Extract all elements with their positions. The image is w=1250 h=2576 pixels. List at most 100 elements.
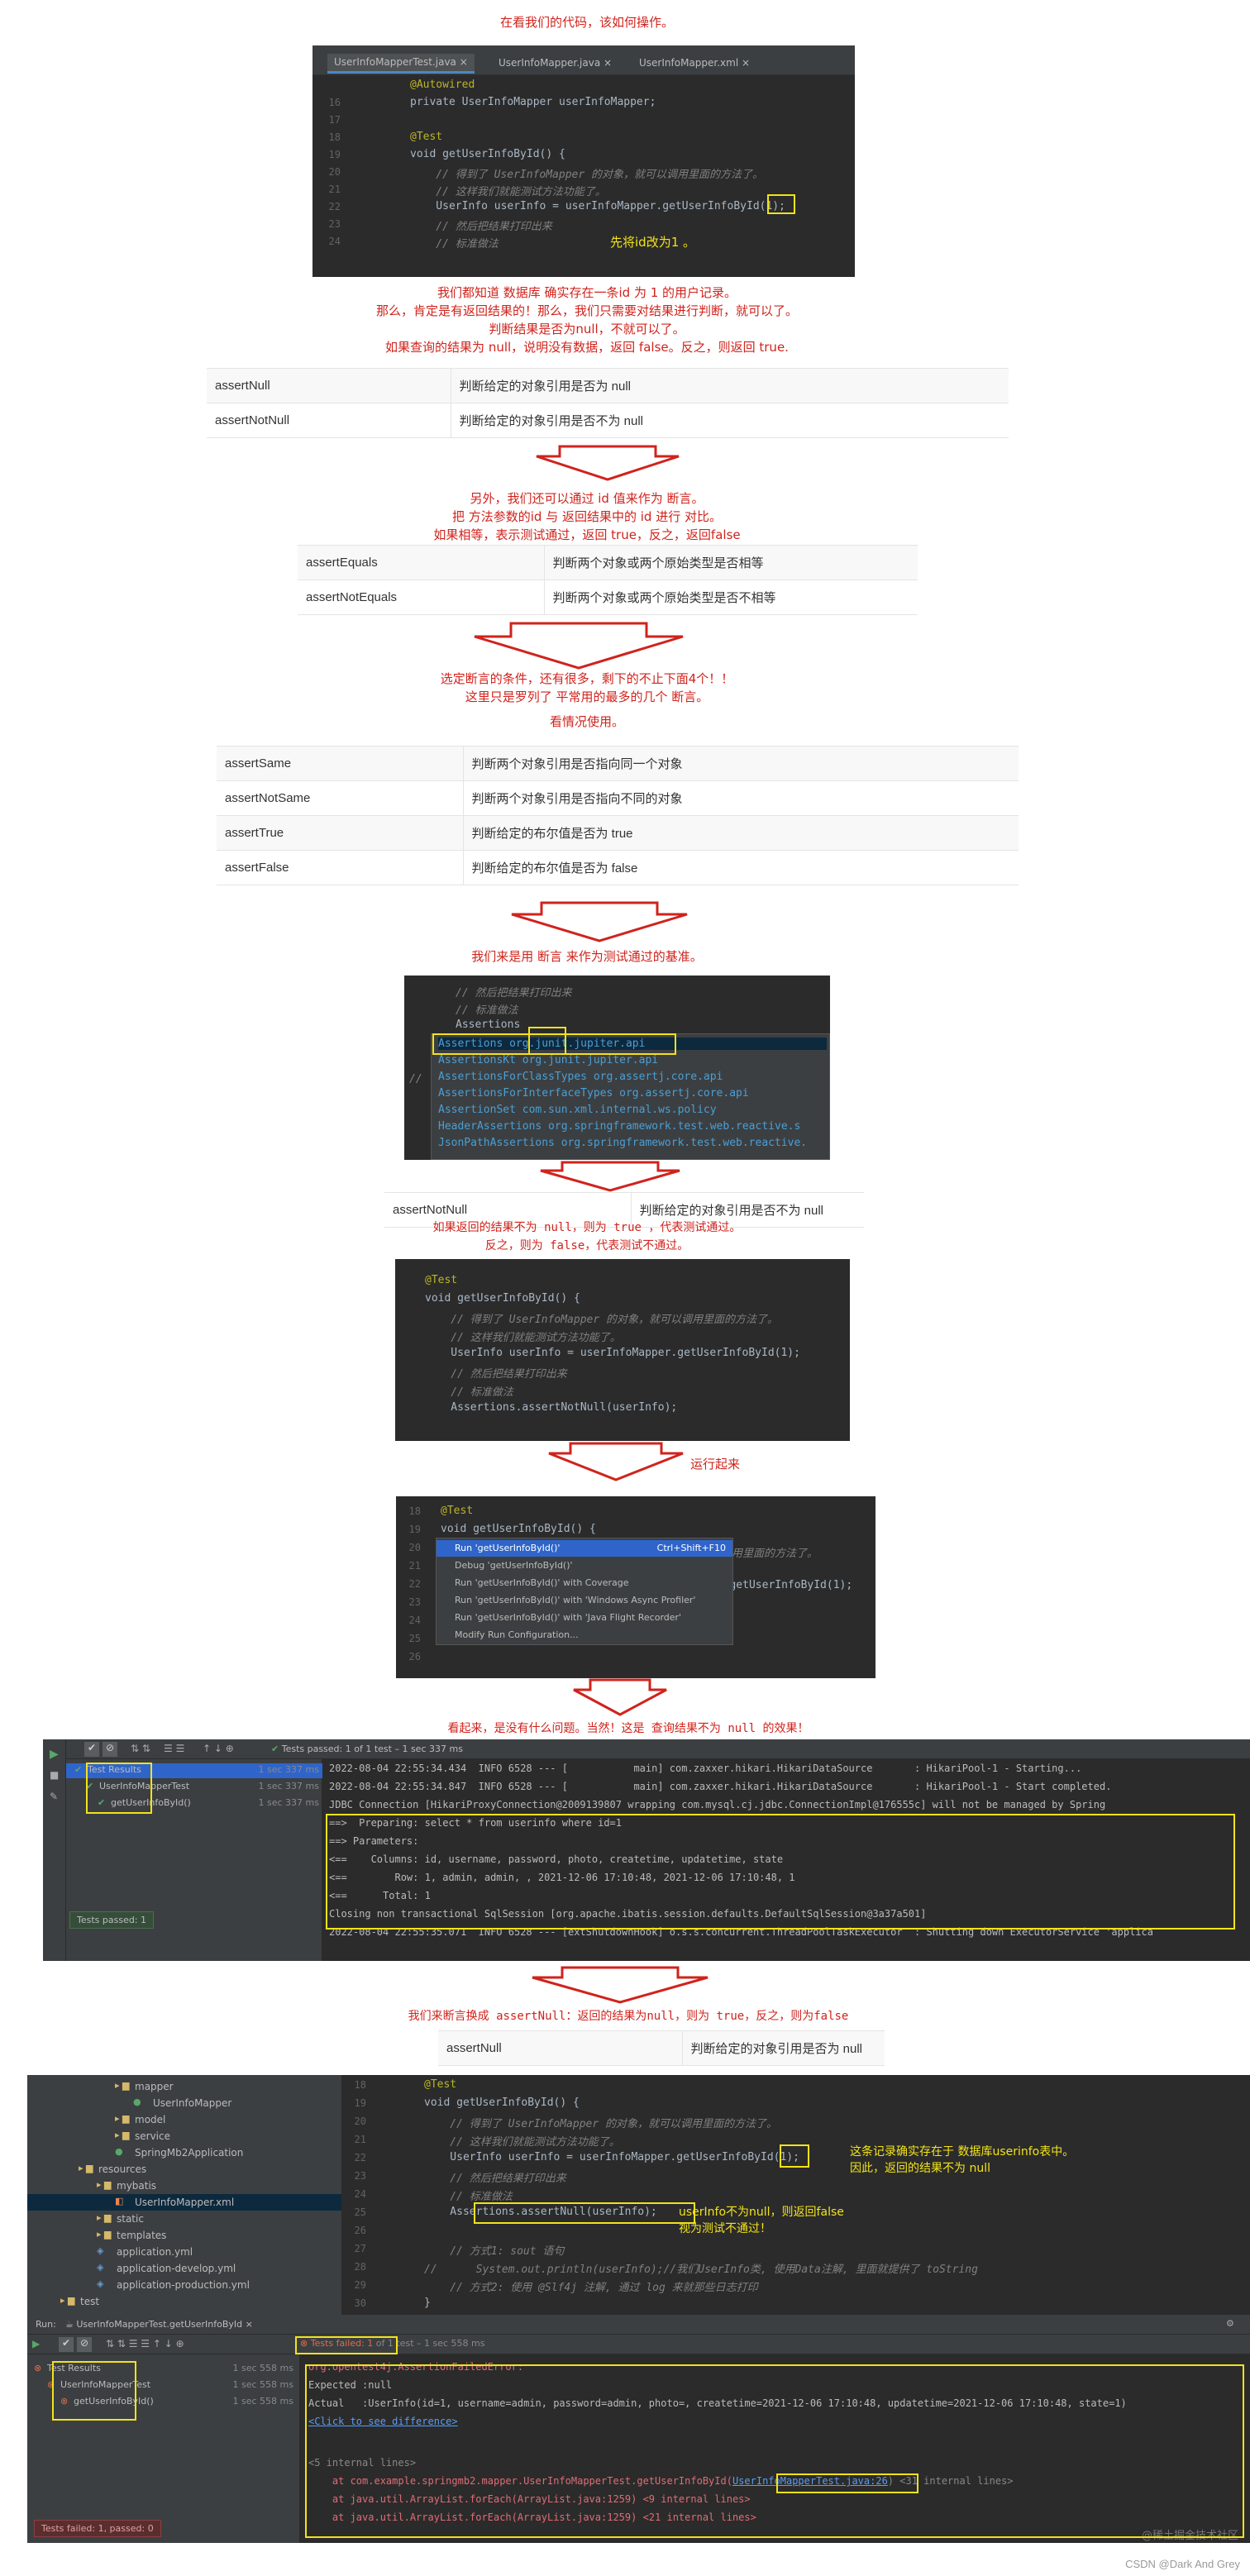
highlight-error xyxy=(305,2364,1244,2538)
tab-usermapper[interactable]: UserInfoMapper.java × xyxy=(499,57,612,69)
project-tree-item[interactable]: ● SpringMb2Application xyxy=(27,2144,341,2161)
line-number: 21 xyxy=(328,184,341,195)
autocomplete-item[interactable]: HeaderAssertions org.springframework.tes… xyxy=(438,1120,827,1133)
menu-item[interactable]: Run 'getUserInfoById()' with 'Java Fligh… xyxy=(437,1610,732,1626)
code-line: // System.out.println(userInfo);//我们User… xyxy=(424,2264,978,2276)
ide-screenshot-2: // 然后把结果打印出来 // 标准做法 Assertions // Asser… xyxy=(404,976,830,1160)
wrench-icon[interactable]: ✎ xyxy=(50,1791,58,1802)
ignore-toggle-icon[interactable]: ⊘ xyxy=(103,1742,117,1757)
autocomplete-item[interactable]: AssertionSet com.sun.xml.internal.ws.pol… xyxy=(438,1104,827,1116)
line-number: 23 xyxy=(328,218,341,230)
code-line: // 得到了 UserInfoMapper 的对象，就可以调用里面的方法了。 xyxy=(425,1314,779,1326)
code-line: @Autowired xyxy=(410,79,475,91)
run-header: Run: ☕ UserInfoMapperTest.getUserInfoByI… xyxy=(27,2315,1250,2335)
code-line: // 标准做法 xyxy=(424,2191,513,2203)
tab-usermapper-xml[interactable]: UserInfoMapper.xml × xyxy=(639,57,750,69)
code-line: void getUserInfoById() { xyxy=(410,148,565,160)
project-tree-item[interactable]: ● UserInfoMapper xyxy=(27,2095,341,2111)
editor-tabs: UserInfoMapperTest.java × UserInfoMapper… xyxy=(312,45,855,75)
code-line: Assertions.assertNotNull(userInfo); xyxy=(425,1401,678,1414)
expand-icon[interactable]: ☰ ☰ xyxy=(164,1743,184,1754)
ignore-toggle-icon-2[interactable]: ⊘ xyxy=(77,2337,92,2352)
project-tree-item[interactable]: ◈ application.yml xyxy=(27,2244,341,2260)
line-number: 21 xyxy=(354,2134,366,2145)
highlight-tree xyxy=(86,1763,152,1814)
code-line: UserInfo userInfo = userInfoMapper.getUs… xyxy=(410,200,785,212)
highlight-arg-1 xyxy=(780,2144,809,2168)
tree-node-time: 1 sec 558 ms xyxy=(232,2396,293,2407)
rerun-icon-2[interactable]: ▶ xyxy=(32,2338,40,2349)
menu-item-label: Run 'getUserInfoById()' with 'Windows As… xyxy=(455,1595,696,1605)
line-number: 29 xyxy=(354,2279,366,2291)
toolbar-icons-2[interactable]: ⇅ ⇅ ☰ ☰ ↑ ↓ ⊕ xyxy=(106,2338,184,2349)
code-line: UserInfo userInfo = userInfoMapper.getUs… xyxy=(424,2151,799,2163)
code-line: void getUserInfoById() { xyxy=(425,1292,580,1305)
project-tree-label: application-production.yml xyxy=(117,2279,250,2291)
project-tree-label: UserInfoMapper.xml xyxy=(135,2197,235,2208)
menu-item-label: Run 'getUserInfoById()' with Coverage xyxy=(455,1577,629,1588)
code-line: void getUserInfoById() { xyxy=(424,2097,580,2109)
arrow-down-3 xyxy=(511,901,688,942)
code-line: void getUserInfoById() { xyxy=(441,1523,596,1535)
note-2: 我们都知道 数据库 确实存在一条id 为 1 的用户记录。 那么，肯定是有返回结… xyxy=(375,285,798,355)
project-tree-item[interactable]: ▸ ▆ resources xyxy=(27,2161,341,2178)
project-tree-label: UserInfoMapper xyxy=(153,2097,232,2109)
line-number: 28 xyxy=(354,2261,366,2273)
code-line: // 标准做法 xyxy=(425,1386,513,1399)
context-menu: Run 'getUserInfoById()' Ctrl+Shift+F10 Deb… xyxy=(436,1538,733,1645)
project-tree-label: templates xyxy=(117,2230,167,2241)
arrow-down-1 xyxy=(536,445,680,481)
pass-icon: ✔ xyxy=(74,1764,83,1775)
project-tree-item[interactable]: ▸ ▆ mapper xyxy=(27,2078,341,2095)
note-5: 我们来是用 断言 来作为测试通过的基准。 xyxy=(471,949,703,964)
nav-icons[interactable]: ↑ ↓ ⊕ xyxy=(203,1743,234,1754)
project-tree-item[interactable]: ◈ application-production.yml xyxy=(27,2277,341,2293)
project-tree: ▸ ▆ mapper ● UserInfoMapper ▸ ▆ model ▸ ▆ servi… xyxy=(27,2075,341,2315)
project-tree-item[interactable]: ▸ ▆ mybatis xyxy=(27,2178,341,2194)
project-tree-item[interactable]: ▸ ▆ model xyxy=(27,2111,341,2128)
line-number: 18 xyxy=(408,1505,421,1517)
autocomplete-item[interactable]: AssertionsKt org.junit.jupiter.api xyxy=(438,1054,827,1066)
line-number: 18 xyxy=(328,131,341,143)
project-tree-label: application-develop.yml xyxy=(117,2263,236,2274)
autocomplete-item[interactable]: JsonPathAssertions org.springframework.t… xyxy=(438,1137,827,1149)
run-tab[interactable]: ☕ UserInfoMapperTest.getUserInfoById × xyxy=(65,2319,253,2330)
check-toggle-icon[interactable]: ✔ xyxy=(84,1742,99,1757)
line-number: 26 xyxy=(354,2225,366,2236)
project-tree-item[interactable]: ◧ UserInfoMapper.xml xyxy=(27,2194,341,2211)
rerun-icon[interactable]: ▶ xyxy=(50,1748,59,1761)
project-tree-item[interactable]: ▸ ▆ test xyxy=(27,2293,341,2310)
check-toggle-icon-2[interactable]: ✔ xyxy=(59,2337,74,2352)
folder-icon: ▸ ▆ xyxy=(115,2080,130,2091)
settings-icon[interactable]: ⚙ xyxy=(1226,2318,1234,2329)
autocomplete-item[interactable]: AssertionsForClassTypes org.assertj.core… xyxy=(438,1071,827,1083)
menu-item[interactable]: Run 'getUserInfoById()' with Coverage xyxy=(437,1575,732,1591)
menu-item[interactable]: Run 'getUserInfoById()' with 'Windows As… xyxy=(437,1592,732,1609)
project-tree-item[interactable]: ▸ ▆ templates xyxy=(27,2227,341,2244)
console-line: JDBC Connection [HikariProxyConnection@2… xyxy=(329,1799,1106,1810)
menu-item[interactable]: Run 'getUserInfoById()' Ctrl+Shift+F10 xyxy=(437,1540,732,1557)
stop-icon[interactable]: ■ xyxy=(50,1769,59,1781)
annot-not-null: userInfo不为null，则返回false 视为测试不通过！ xyxy=(679,2206,844,2235)
project-tree-item[interactable]: ▸ ▆ service xyxy=(27,2128,341,2144)
project-tree-item[interactable]: ▸ ▆ static xyxy=(27,2211,341,2227)
note-3: 另外，我们还可以通过 id 值来作为 断言。 把 方法参数的id 与 返回结果中… xyxy=(433,491,741,542)
line-number: 24 xyxy=(328,236,341,247)
code-line: // 这样我们就能测试方法功能了。 xyxy=(410,186,606,198)
project-tree-item[interactable]: ◈ application-develop.yml xyxy=(27,2260,341,2277)
highlight-line-ref xyxy=(776,2473,918,2493)
note-9: 我们来断言换成 assertNull：返回的结果为null，则为 true，反之… xyxy=(408,2010,849,2023)
ide-screenshot-1: UserInfoMapperTest.java × UserInfoMapper… xyxy=(312,45,855,277)
note-6: 如果返回的结果不为 null，则为 true ，代表测试通过。 反之，则为 fa… xyxy=(432,1221,742,1252)
run-toolbar: ✔ ⊘ ⇅ ⇅ ☰ ☰ ↑ ↓ ⊕ ✔ Tests passed: 1 of 1… xyxy=(66,1739,1250,1759)
menu-item[interactable]: Debug 'getUserInfoById()' xyxy=(437,1558,732,1574)
sort-icon[interactable]: ⇅ ⇅ xyxy=(131,1743,150,1754)
menu-item[interactable]: Modify Run Configuration... xyxy=(437,1627,732,1643)
table-assert-null: assertNull 判断给定的对象引用是否为 null assertNotNul… xyxy=(207,368,1009,438)
autocomplete-item[interactable]: AssertionsForInterfaceTypes org.assertj.… xyxy=(438,1087,827,1100)
console-line: 2022-08-04 22:55:34.434 INFO 6528 --- [ … xyxy=(329,1763,1082,1774)
code-line: } xyxy=(424,2297,431,2309)
menu-item-label: Run 'getUserInfoById()' xyxy=(455,1543,561,1553)
line-number: 23 xyxy=(354,2170,366,2182)
tab-usermappertest[interactable]: UserInfoMapperTest.java × xyxy=(327,54,475,74)
